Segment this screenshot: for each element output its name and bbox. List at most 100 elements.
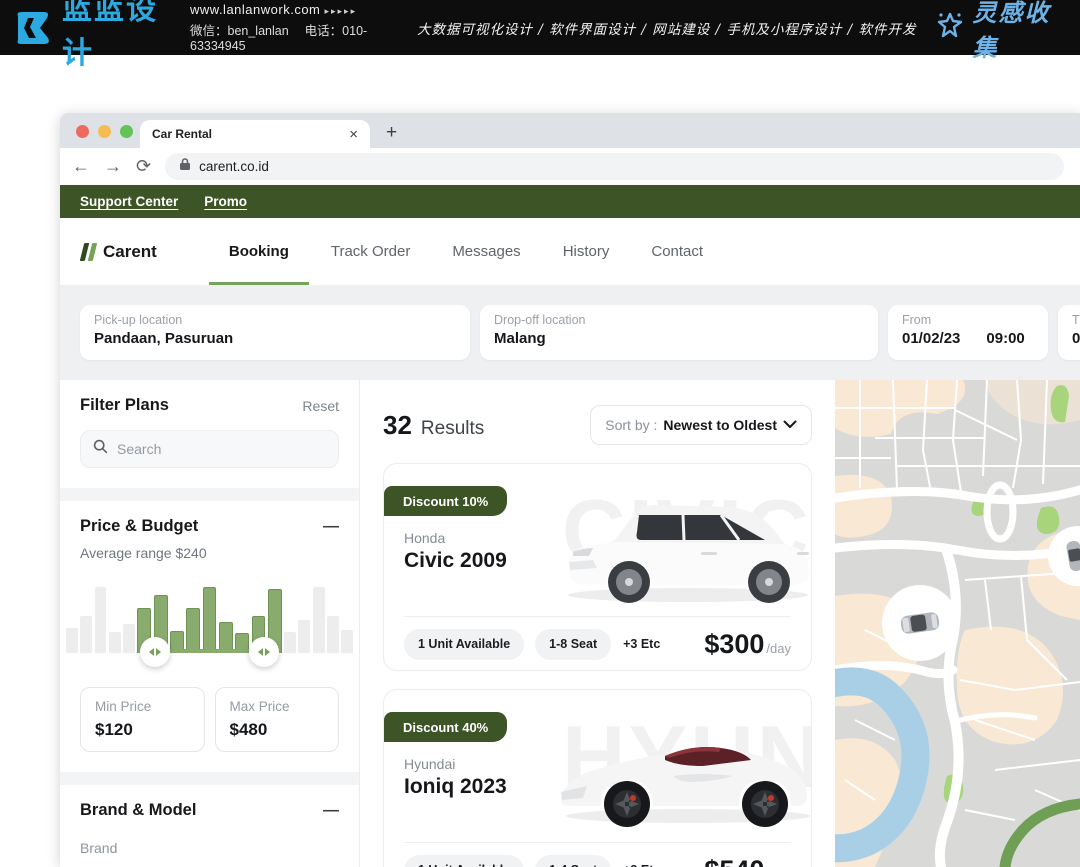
unit-badge: 1 Unit Available: [404, 855, 524, 867]
map-car-marker[interactable]: [882, 585, 958, 661]
sort-label: Sort by :: [605, 417, 657, 433]
histogram-bar: [313, 587, 325, 653]
forward-icon[interactable]: →: [104, 156, 122, 177]
car-image-civic: [553, 490, 812, 613]
car-card-ioniq[interactable]: Discount 40% HYUN Hyundai Ioniq 2023: [383, 689, 812, 867]
nav-item-messages[interactable]: Messages: [452, 218, 520, 285]
histogram-bar: [203, 587, 217, 653]
car-image-ioniq: [553, 716, 812, 839]
from-time: 09:00: [986, 330, 1024, 347]
url-field[interactable]: carent.co.id: [165, 153, 1064, 180]
to-label: T: [1072, 313, 1080, 327]
collect-logo: 灵感收集: [935, 0, 1062, 63]
chevron-down-icon: [783, 416, 797, 434]
max-price-field[interactable]: Max Price $480: [215, 687, 340, 752]
map-image: [835, 380, 1080, 867]
histogram-bar: [95, 587, 107, 653]
search-row: Pick-up location Pandaan, Pasuruan Drop-…: [60, 285, 1080, 380]
filter-title: Filter Plans: [80, 396, 169, 415]
promo-link[interactable]: Promo: [204, 194, 247, 209]
dropoff-location-field[interactable]: Drop-off location Malang: [480, 305, 878, 360]
price-unit: /day: [766, 641, 791, 656]
to-value: 0: [1072, 330, 1080, 347]
range-track: [155, 649, 264, 653]
unit-badge: 1 Unit Available: [404, 629, 524, 660]
pickup-location-field[interactable]: Pick-up location Pandaan, Pasuruan: [80, 305, 470, 360]
sort-dropdown[interactable]: Sort by : Newest to Oldest: [590, 405, 812, 445]
sort-value: Newest to Oldest: [663, 417, 777, 433]
min-price-label: Min Price: [95, 699, 190, 714]
divider: [404, 616, 791, 617]
map-panel[interactable]: [835, 380, 1080, 867]
histogram-bar: [80, 616, 92, 653]
tab-title: Car Rental: [152, 127, 341, 141]
dropoff-value: Malang: [494, 330, 864, 347]
support-center-link[interactable]: Support Center: [80, 194, 178, 209]
dropoff-label: Drop-off location: [494, 313, 864, 327]
nav-items: Booking Track Order Messages History Con…: [229, 218, 703, 285]
filter-header-section: Filter Plans Reset: [60, 380, 359, 488]
brand-group-label: Brand: [80, 840, 339, 856]
etc-badge: +3 Etc: [623, 637, 660, 651]
collapse-icon[interactable]: —: [323, 518, 339, 536]
window-controls[interactable]: [76, 125, 133, 138]
collapse-icon[interactable]: —: [323, 802, 339, 820]
divider: [404, 842, 791, 843]
carent-logo[interactable]: Carent: [82, 242, 157, 262]
lanlan-logo-text: 蓝蓝设计: [62, 0, 172, 72]
lanlan-logo: 蓝蓝设计: [14, 0, 172, 72]
results-panel: 32 Results Sort by : Newest to Oldest Di…: [360, 380, 835, 867]
reload-icon[interactable]: ⟳: [136, 156, 151, 177]
site-topbar: Support Center Promo: [60, 185, 1080, 218]
brand-model-section: Brand & Model — Brand BMW: [60, 785, 359, 867]
pickup-label: Pick-up location: [94, 313, 456, 327]
car-brand: Honda: [404, 530, 445, 546]
min-price-value: $120: [95, 720, 190, 740]
close-window-button[interactable]: [76, 125, 89, 138]
car-model: Civic 2009: [404, 549, 507, 573]
collect-text: 灵感收集: [973, 0, 1062, 63]
car-card-civic[interactable]: Discount 10% CIVIC Honda Civic 2009: [383, 463, 812, 671]
price-budget-section: Price & Budget — Average range $240: [60, 501, 359, 772]
etc-badge: +3 Etc: [623, 863, 660, 867]
price-budget-title: Price & Budget: [80, 517, 198, 536]
reset-button[interactable]: Reset: [302, 398, 339, 414]
max-price-slider-handle[interactable]: [249, 637, 279, 667]
nav-item-track-order[interactable]: Track Order: [331, 218, 410, 285]
filter-search[interactable]: [80, 430, 339, 468]
search-icon: [93, 439, 108, 459]
promo-bar: 蓝蓝设计 www.lanlanwork.com ▸▸▸▸▸ 微信：ben_lan…: [0, 0, 1080, 55]
max-price-value: $480: [230, 720, 325, 740]
from-datetime-field[interactable]: From 01/02/23 09:00: [888, 305, 1048, 360]
to-datetime-field[interactable]: T 0: [1058, 305, 1080, 360]
promo-site: www.lanlanwork.com: [190, 2, 320, 17]
tab-close-icon[interactable]: ×: [349, 127, 358, 142]
price-amount: $540: [704, 855, 764, 867]
seat-badge: 1-8 Seat: [535, 629, 611, 660]
url-text: carent.co.id: [199, 159, 269, 174]
discount-badge: Discount 10%: [384, 486, 507, 516]
arrows-icon: ▸▸▸▸▸: [325, 6, 358, 16]
browser-tab[interactable]: Car Rental ×: [140, 120, 370, 148]
results-count-label: Results: [421, 418, 484, 440]
brand-model-title: Brand & Model: [80, 801, 196, 820]
zoom-window-button[interactable]: [120, 125, 133, 138]
pickup-value: Pandaan, Pasuruan: [94, 330, 456, 347]
minimize-window-button[interactable]: [98, 125, 111, 138]
histogram-bar: [123, 624, 135, 653]
nav-item-booking[interactable]: Booking: [229, 218, 289, 285]
promo-services: 大数据可视化设计 / 软件界面设计 / 网站建设 / 手机及小程序设计 / 软件…: [417, 18, 917, 38]
nav-item-contact[interactable]: Contact: [651, 218, 703, 285]
search-input[interactable]: [117, 441, 326, 457]
from-label: From: [902, 313, 1034, 327]
seat-badge: 1-4 Seat: [535, 855, 611, 867]
min-price-field[interactable]: Min Price $120: [80, 687, 205, 752]
new-tab-button[interactable]: +: [386, 122, 397, 144]
min-price-slider-handle[interactable]: [140, 637, 170, 667]
promo-contact: www.lanlanwork.com ▸▸▸▸▸ 微信：ben_lanlan电话…: [190, 2, 399, 53]
nav-item-history[interactable]: History: [563, 218, 610, 285]
back-icon[interactable]: ←: [72, 156, 90, 177]
lock-icon: [179, 157, 191, 176]
price-amount: $300: [704, 629, 764, 660]
page-content: Filter Plans Reset Price & Budget — Aver…: [60, 380, 1080, 867]
